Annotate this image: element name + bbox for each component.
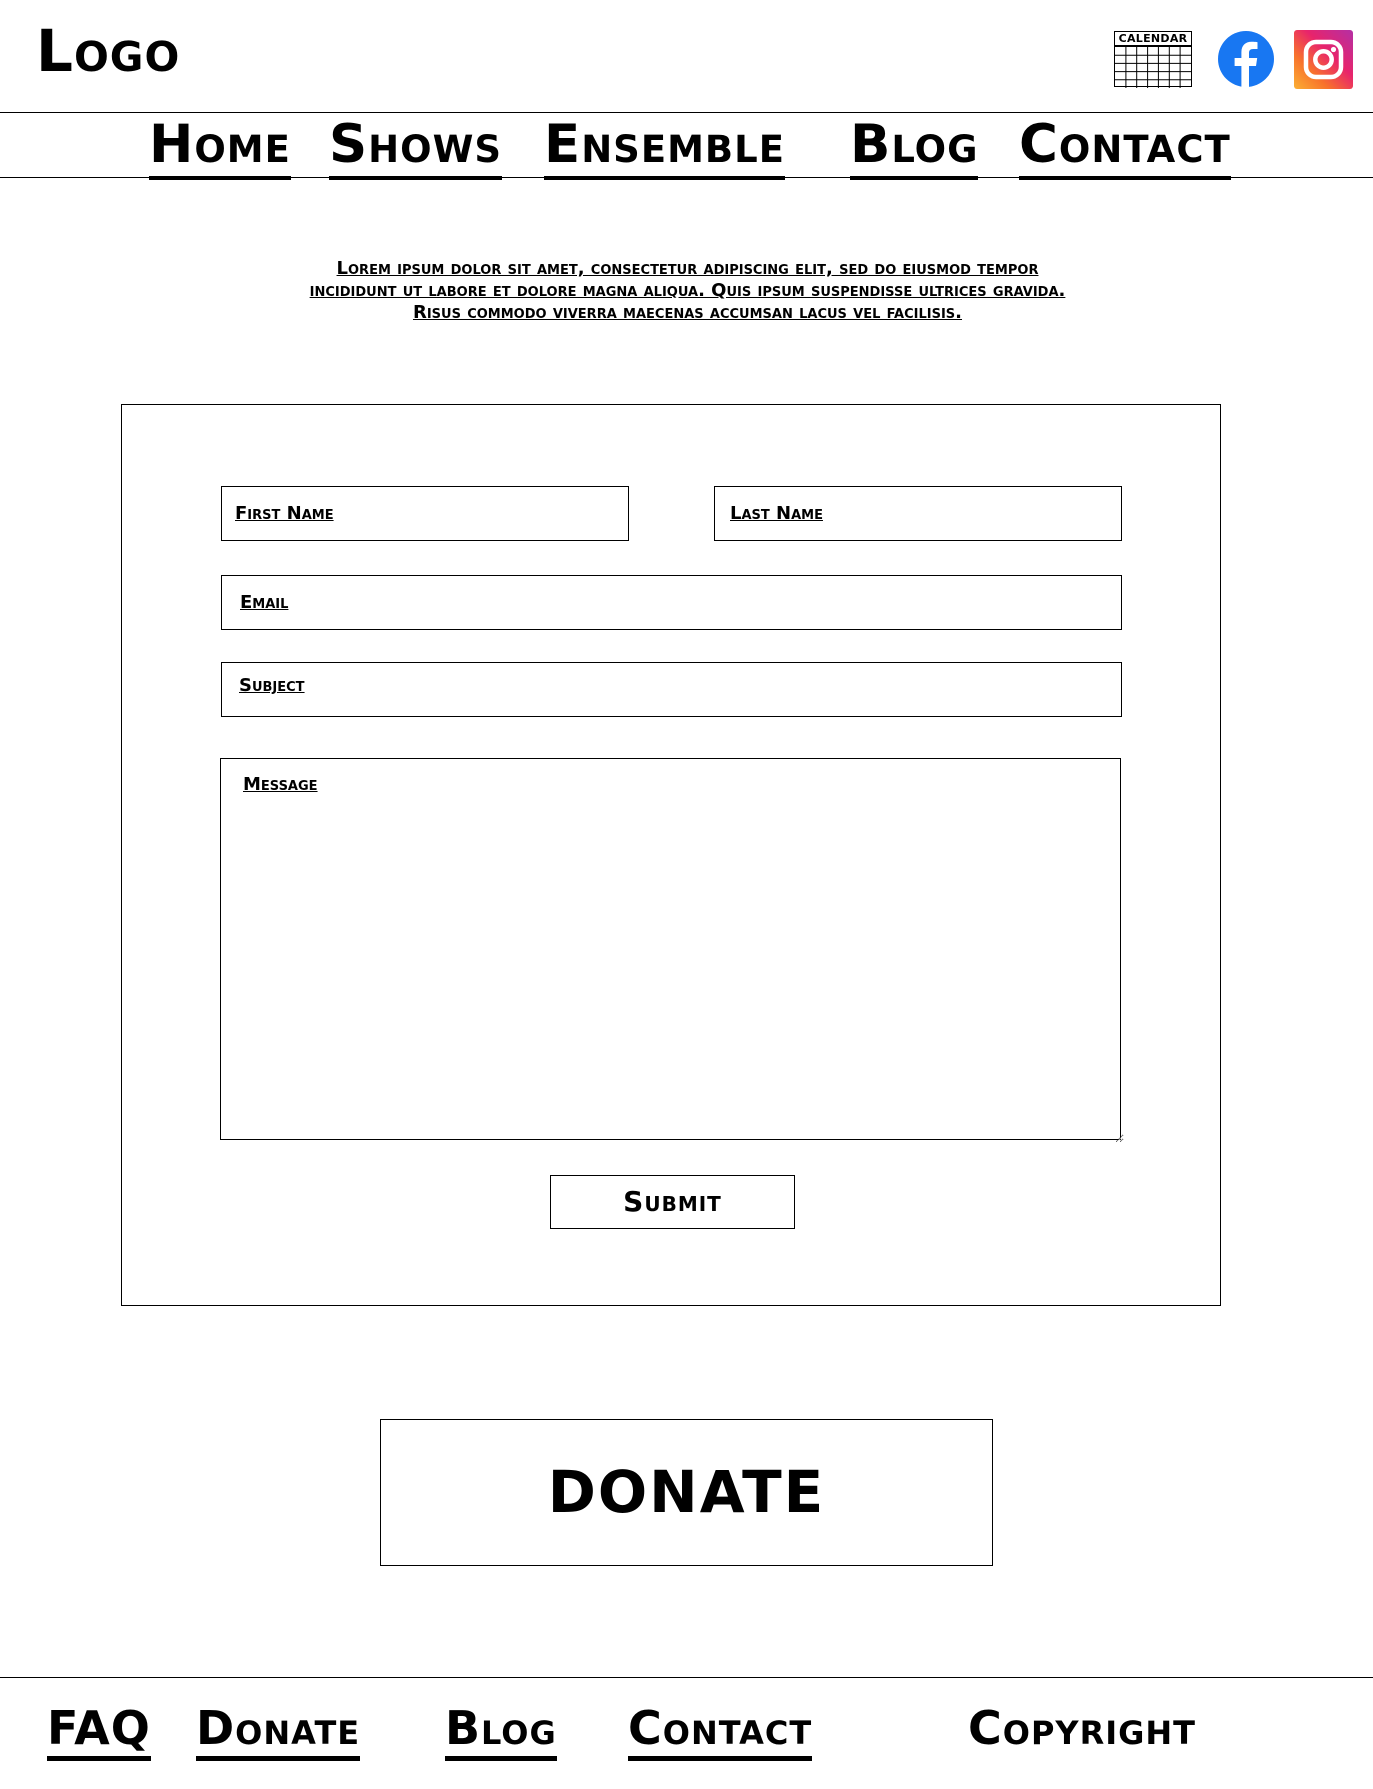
- intro-text: Lorem ipsum dolor sit amet, consectetur …: [200, 258, 1175, 324]
- subject-label: Subject: [239, 675, 305, 696]
- copyright-text: Copyright: [968, 1701, 1197, 1755]
- calendar-label: CALENDAR: [1115, 32, 1191, 47]
- instagram-icon[interactable]: [1294, 30, 1353, 89]
- nav-item-contact[interactable]: Contact: [1019, 114, 1231, 180]
- footer-divider: [0, 1677, 1373, 1678]
- donate-button[interactable]: DONATE: [380, 1419, 993, 1566]
- footer-item-contact[interactable]: Contact: [628, 1700, 813, 1761]
- first-name-label: First Name: [235, 503, 334, 524]
- email-label: Email: [240, 592, 289, 613]
- calendar-icon[interactable]: CALENDAR: [1114, 31, 1192, 88]
- facebook-icon[interactable]: [1217, 30, 1275, 88]
- footer-item-blog[interactable]: Blog: [445, 1700, 557, 1761]
- nav-item-shows[interactable]: Shows: [329, 114, 503, 180]
- email-input[interactable]: [222, 576, 1125, 631]
- subject-field[interactable]: Subject: [221, 662, 1125, 718]
- nav-divider: [0, 177, 1373, 178]
- intro-line-3: Risus commodo viverra maecenas accumsan …: [412, 302, 963, 323]
- last-name-field[interactable]: Last Name: [714, 486, 1125, 542]
- submit-button[interactable]: Submit: [550, 1175, 795, 1229]
- subject-input[interactable]: [222, 663, 1125, 718]
- nav-item-home[interactable]: Home: [149, 114, 291, 180]
- footer-item-faq[interactable]: FAQ: [47, 1700, 151, 1761]
- calendar-grid: [1115, 47, 1191, 88]
- nav-item-blog[interactable]: Blog: [850, 114, 979, 180]
- header-divider: [0, 112, 1373, 113]
- intro-line-2: incididunt ut labore et dolore magna ali…: [309, 280, 1066, 301]
- footer-item-donate[interactable]: Donate: [196, 1700, 361, 1761]
- last-name-label: Last Name: [730, 503, 823, 524]
- email-field[interactable]: Email: [221, 575, 1125, 631]
- message-field[interactable]: Message: [220, 758, 1124, 1143]
- nav-item-ensemble[interactable]: Ensemble: [544, 114, 785, 180]
- message-label: Message: [243, 774, 318, 795]
- intro-line-1: Lorem ipsum dolor sit amet, consectetur …: [336, 258, 1039, 279]
- message-input[interactable]: [221, 759, 1124, 1143]
- logo[interactable]: Logo: [36, 22, 180, 80]
- first-name-field[interactable]: First Name: [221, 486, 632, 542]
